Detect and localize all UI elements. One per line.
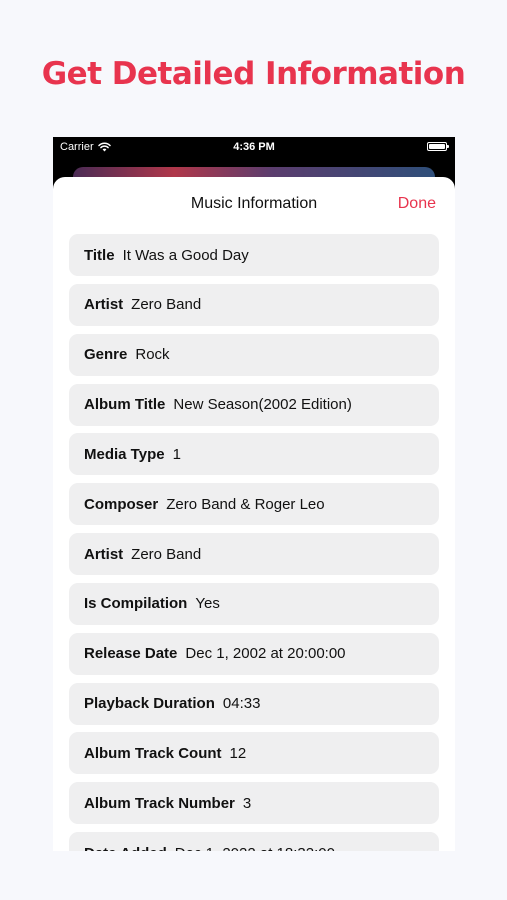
info-row: Artist Zero Band [69, 283, 439, 326]
info-row: Composer Zero Band & Roger Leo [69, 483, 439, 526]
info-row-value: Zero Band & Roger Leo [166, 495, 325, 513]
info-row-value: 12 [229, 744, 247, 762]
info-row-value: Yes [195, 595, 220, 613]
sheet-title: Music Information [190, 195, 318, 212]
info-row-value: Zero Band [131, 545, 202, 563]
info-row: Album Title New Season(2002 Edition) [69, 383, 439, 426]
music-information-sheet: Music Information Done Title It Was a Goo… [53, 177, 455, 851]
info-row-label: Album Track Number [84, 794, 235, 812]
info-row: Album Track Count 12 [69, 732, 439, 775]
info-row-value: 04:33 [222, 695, 261, 713]
info-row: Release Date Dec 1, 2002 at 20:00:00 [69, 632, 439, 675]
info-row-label: Release Date [84, 645, 178, 663]
info-row-label: Title [84, 246, 115, 264]
info-row: Genre Rock [69, 333, 439, 376]
info-row-value: 1 [172, 445, 181, 463]
info-row-value: New Season(2002 Edition) [173, 396, 352, 414]
info-row: Artist Zero Band [69, 533, 439, 576]
info-row: Date Added Dec 1, 2022 at 18:32:00 [69, 832, 439, 851]
info-row: Is Compilation Yes [69, 582, 439, 625]
info-row-label: Media Type [84, 445, 165, 463]
phone-screenshot: Carrier 4:36 PM Music Information Done T… [53, 137, 455, 851]
info-row: Media Type 1 [69, 433, 439, 476]
info-row-value: It Was a Good Day [122, 246, 249, 264]
info-row-label: Album Title [84, 396, 166, 414]
promo-headline: Get Detailed Information [41, 56, 466, 92]
done-button[interactable]: Done [398, 195, 436, 213]
info-row-value: Dec 1, 2022 at 18:32:00 [175, 845, 335, 851]
status-time: 4:36 PM [233, 141, 275, 153]
info-row: Album Track Number 3 [69, 782, 439, 825]
info-row: Playback Duration 04:33 [69, 682, 439, 725]
info-list: Title It Was a Good Day Artist Zero Band Gen… [69, 234, 439, 851]
info-row-value: Zero Band [131, 296, 202, 314]
info-row-label: Date Added [84, 845, 167, 851]
info-row-value: Dec 1, 2002 at 20:00:00 [185, 645, 346, 663]
battery-icon [427, 142, 449, 151]
info-row-value: 3 [242, 794, 252, 812]
info-row-label: Album Track Count [84, 744, 222, 762]
info-row-label: Composer [84, 495, 159, 513]
info-row-label: Artist [84, 296, 124, 314]
info-row: Title It Was a Good Day [69, 234, 439, 276]
info-row-label: Is Compilation [84, 595, 188, 613]
info-row-label: Genre [84, 346, 128, 364]
info-row-label: Playback Duration [84, 695, 215, 713]
status-bar: Carrier 4:36 PM [53, 137, 455, 159]
info-row-label: Artist [84, 545, 124, 563]
info-row-value: Rock [135, 346, 170, 364]
